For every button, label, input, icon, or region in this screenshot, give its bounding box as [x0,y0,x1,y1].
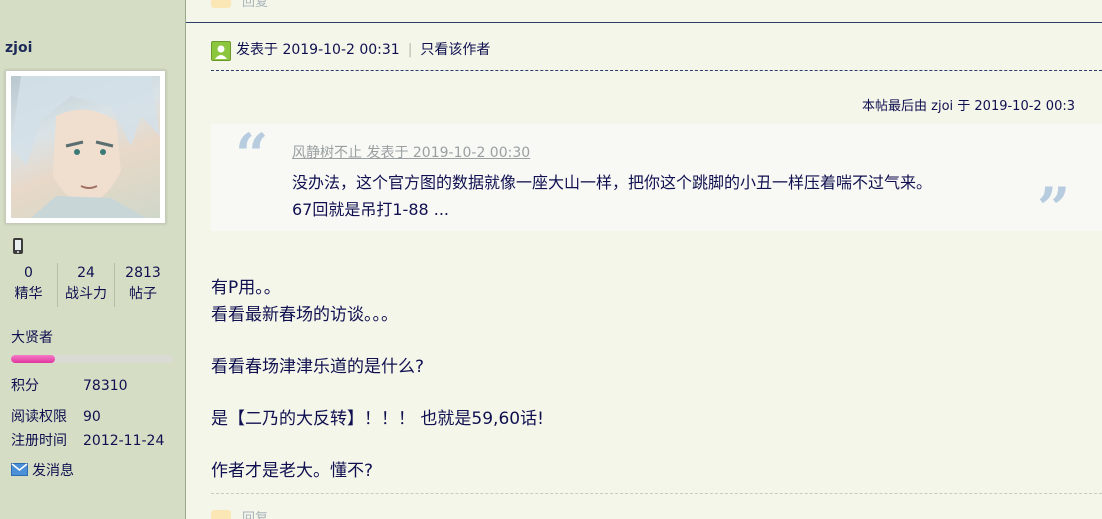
author-sidebar: zjoi 0 精华 24 战斗力 2813 帖子 大贤者 积分 78310 阅读… [0,0,186,519]
rank-progress-fill [11,355,55,363]
post-body-line: 看看春场津津乐道的是什么? [211,357,425,377]
open-quote-icon: “ [235,121,269,189]
info-value: 2012-11-24 [83,433,165,449]
meta-separator: | [407,42,413,58]
previous-post-footer: 回复 [186,0,1102,23]
post-online-icon [211,41,231,61]
stat-posts[interactable]: 2813 帖子 [114,263,171,307]
info-value: 78310 [83,378,128,394]
stat-power[interactable]: 24 战斗力 [57,263,114,307]
info-register-date: 注册时间 2012-11-24 [11,430,164,450]
reply-icon[interactable] [211,510,231,519]
stat-value: 0 [24,265,33,281]
stat-value: 2813 [125,265,161,281]
quote-line: 没办法，这个官方图的数据就像一座大山一样，把你这个跳脚的小丑一样压着喘不过气来。 [292,173,933,192]
post-content: 回复 发表于 2019-10-2 00:31 | 只看该作者 本帖最后由 zjoi … [186,0,1102,519]
quote-block: “ 风静树不止 发表于 2019-10-2 00:30 没办法，这个官方图的数据… [211,121,1102,238]
post-time: 发表于 2019-10-2 00:31 [236,42,400,58]
username[interactable]: zjoi [5,40,32,56]
info-key: 注册时间 [11,433,67,449]
only-author-link[interactable]: 只看该作者 [420,42,490,58]
reply-link[interactable]: 回复 [242,507,268,519]
stat-label: 精华 [14,286,43,302]
header-divider [211,70,1102,71]
edit-note: 本帖最后由 zjoi 于 2019-10-2 00:3 [862,99,1076,114]
stat-digest[interactable]: 0 精华 [0,263,57,307]
quote-author-link[interactable]: 风静树不止 发表于 2019-10-2 00:30 [292,142,530,162]
avatar[interactable] [11,76,160,218]
post-body-line: 看看最新春场的访谈。。。 [211,305,398,325]
user-rank: 大贤者 [11,330,53,346]
info-key: 阅读权限 [11,409,67,425]
send-message-link[interactable]: 发消息 [11,460,74,480]
info-value: 90 [83,409,101,425]
avatar-illustration [11,76,160,218]
stat-label: 帖子 [129,286,157,302]
footer-divider [211,493,1102,494]
post-body-line: 是【二乃的大反转】！！！ 也就是59,60话! [211,409,544,429]
reply-icon[interactable] [211,0,231,8]
user-stats: 0 精华 24 战斗力 2813 帖子 [0,263,173,307]
info-read-permission: 阅读权限 90 [11,406,101,426]
close-quote-icon: ” [1037,175,1071,243]
rank-progress-bar [11,355,173,363]
post-meta: 发表于 2019-10-2 00:31 | 只看该作者 [236,41,490,59]
send-message-label: 发消息 [32,463,74,479]
reply-link[interactable]: 回复 [242,0,268,10]
quote-line: 67回就是吊打1-88 ... [292,200,450,219]
info-credits: 积分 78310 [11,375,128,395]
avatar-frame [5,70,166,224]
mobile-phone-icon [12,237,24,255]
stat-value: 24 [77,265,95,281]
post-body-line: 有P用。。 [211,278,281,298]
info-key: 积分 [11,378,39,394]
stat-label: 战斗力 [65,286,107,302]
envelope-icon [11,462,28,480]
post-body-line: 作者才是老大。懂不? [211,461,374,481]
